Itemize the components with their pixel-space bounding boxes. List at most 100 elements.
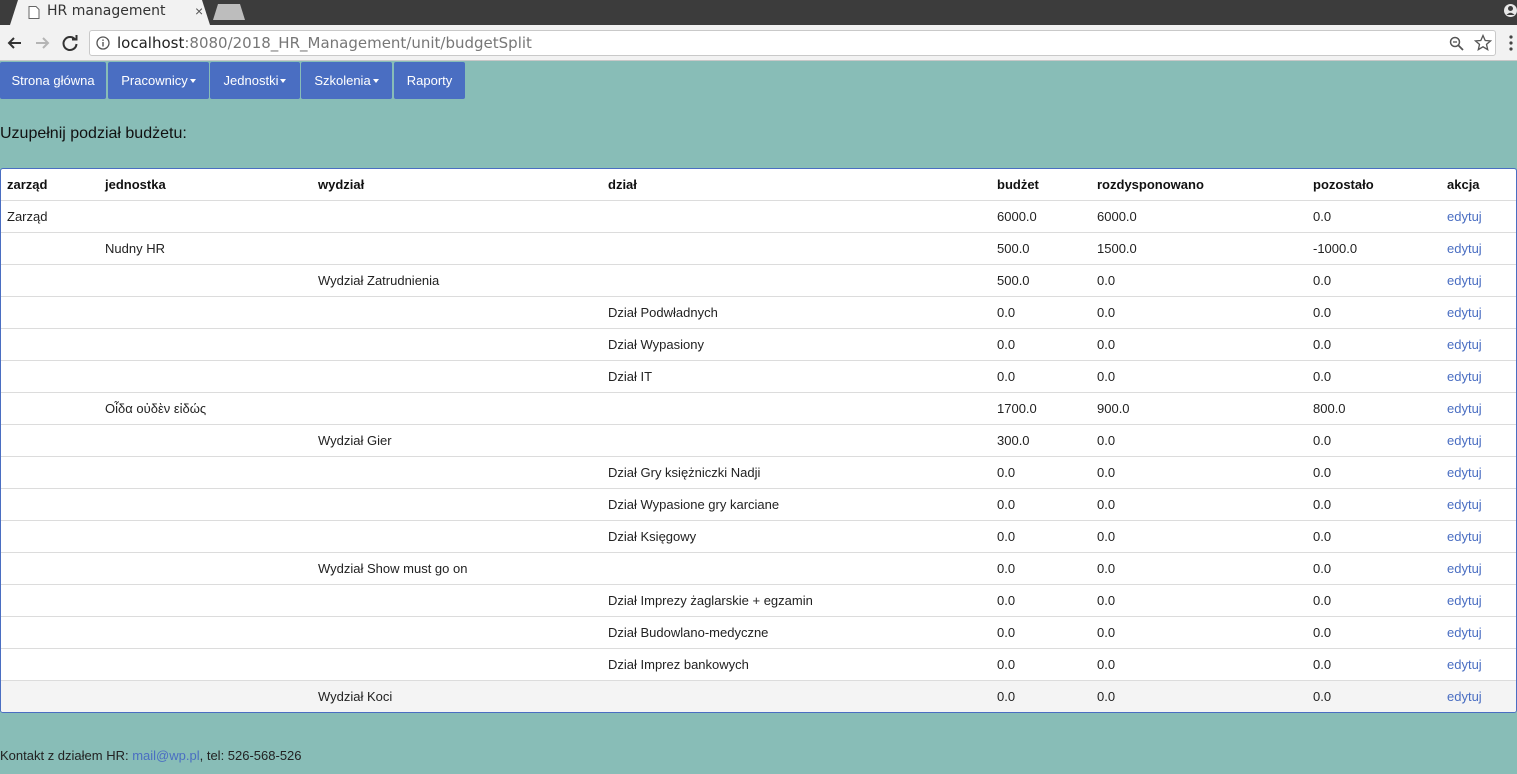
cell-board: [1, 584, 99, 617]
cell-allocated: 0.0: [1091, 328, 1307, 361]
cell-department: [602, 392, 991, 425]
cell-remaining: 0.0: [1307, 680, 1441, 712]
cell-unit: [99, 328, 312, 361]
edit-link[interactable]: edytuj: [1447, 305, 1482, 320]
browser-tab[interactable]: HR management ×: [10, 0, 210, 25]
cell-faculty: [312, 520, 602, 553]
cell-department: Dział Podwładnych: [602, 296, 991, 329]
cell-unit: [99, 552, 312, 585]
cell-unit: [99, 360, 312, 393]
table-row: Dział Podwładnych 0.0 0.0 0.0 edytuj: [1, 296, 1516, 329]
table-row: Wydział Koci 0.0 0.0 0.0 edytuj: [1, 680, 1516, 712]
edit-link[interactable]: edytuj: [1447, 593, 1482, 608]
cell-action: edytuj: [1441, 616, 1516, 649]
edit-link[interactable]: edytuj: [1447, 273, 1482, 288]
cell-unit: [99, 456, 312, 489]
cell-remaining: 0.0: [1307, 328, 1441, 361]
forward-arrow-icon[interactable]: [31, 32, 53, 54]
column-header-action: akcja: [1441, 169, 1516, 201]
table-row: Zarząd 6000.0 6000.0 0.0 edytuj: [1, 200, 1516, 233]
cell-remaining: 0.0: [1307, 616, 1441, 649]
new-tab-button[interactable]: [213, 4, 245, 20]
cell-department: Dział Księgowy: [602, 520, 991, 553]
cell-faculty: Wydział Gier: [312, 424, 602, 457]
cell-board: [1, 520, 99, 553]
nav-trainings-dropdown[interactable]: Szkolenia: [301, 62, 392, 99]
cell-faculty: Wydział Koci: [312, 680, 602, 712]
footer-email-link[interactable]: mail@wp.pl: [132, 748, 199, 763]
cell-department: [602, 264, 991, 297]
nav-employees-dropdown[interactable]: Pracownicy: [108, 62, 209, 99]
cell-department: [602, 552, 991, 585]
table-row: Dział Gry księżniczki Nadji 0.0 0.0 0.0 edyt…: [1, 456, 1516, 489]
table-row: Wydział Zatrudnienia 500.0 0.0 0.0 edytuj: [1, 264, 1516, 297]
table-row: Dział Księgowy 0.0 0.0 0.0 edytuj: [1, 520, 1516, 553]
nav-home[interactable]: Strona główna: [0, 62, 106, 99]
back-arrow-icon[interactable]: [4, 32, 26, 54]
cell-board: [1, 552, 99, 585]
browser-menu-icon[interactable]: [1508, 35, 1514, 51]
bookmark-star-icon[interactable]: [1474, 34, 1492, 52]
info-icon[interactable]: [96, 36, 110, 50]
edit-link[interactable]: edytuj: [1447, 433, 1482, 448]
cell-department: [602, 200, 991, 233]
cell-remaining: 0.0: [1307, 584, 1441, 617]
close-tab-icon[interactable]: ×: [195, 3, 203, 19]
cell-action: edytuj: [1441, 552, 1516, 585]
profile-icon[interactable]: [1504, 3, 1517, 18]
edit-link[interactable]: edytuj: [1447, 689, 1482, 704]
nav-units-dropdown[interactable]: Jednostki: [210, 62, 300, 99]
cell-action: edytuj: [1441, 680, 1516, 712]
cell-unit: [99, 520, 312, 553]
edit-link[interactable]: edytuj: [1447, 209, 1482, 224]
cell-remaining: 800.0: [1307, 392, 1441, 425]
column-header-unit: jednostka: [99, 169, 312, 201]
cell-faculty: Wydział Zatrudnienia: [312, 264, 602, 297]
cell-budget: 0.0: [991, 456, 1091, 489]
cell-remaining: 0.0: [1307, 424, 1441, 457]
edit-link[interactable]: edytuj: [1447, 561, 1482, 576]
table-row: Dział Imprezy żaglarskie + egzamin 0.0 0.0…: [1, 584, 1516, 617]
cell-action: edytuj: [1441, 296, 1516, 329]
cell-remaining: 0.0: [1307, 552, 1441, 585]
cell-budget: 0.0: [991, 520, 1091, 553]
edit-link[interactable]: edytuj: [1447, 241, 1482, 256]
edit-link[interactable]: edytuj: [1447, 337, 1482, 352]
edit-link[interactable]: edytuj: [1447, 401, 1482, 416]
url-text: localhost:8080/2018_HR_Management/unit/b…: [117, 34, 532, 52]
cell-board: [1, 616, 99, 649]
cell-unit: [99, 488, 312, 521]
nav-trainings-label: Szkolenia: [314, 73, 371, 88]
edit-link[interactable]: edytuj: [1447, 465, 1482, 480]
cell-department: [602, 232, 991, 265]
nav-reports-label: Raporty: [406, 73, 453, 88]
cell-faculty: Wydział Show must go on: [312, 552, 602, 585]
footer-prefix: Kontakt z działem HR:: [0, 748, 133, 763]
cell-faculty: [312, 584, 602, 617]
edit-link[interactable]: edytuj: [1447, 529, 1482, 544]
address-bar[interactable]: localhost:8080/2018_HR_Management/unit/b…: [89, 30, 1496, 56]
cell-allocated: 0.0: [1091, 264, 1307, 297]
browser-toolbar: localhost:8080/2018_HR_Management/unit/b…: [0, 25, 1517, 61]
cell-board: [1, 488, 99, 521]
cell-faculty: [312, 456, 602, 489]
cell-faculty: [312, 648, 602, 681]
cell-budget: 0.0: [991, 552, 1091, 585]
cell-unit: [99, 264, 312, 297]
table-row: Dział Budowlano-medyczne 0.0 0.0 0.0 edytuj: [1, 616, 1516, 649]
cell-remaining: 0.0: [1307, 296, 1441, 329]
edit-link[interactable]: edytuj: [1447, 657, 1482, 672]
edit-link[interactable]: edytuj: [1447, 625, 1482, 640]
nav-reports[interactable]: Raporty: [394, 62, 465, 99]
cell-department: Dział Budowlano-medyczne: [602, 616, 991, 649]
cell-unit: [99, 584, 312, 617]
cell-budget: 0.0: [991, 488, 1091, 521]
edit-link[interactable]: edytuj: [1447, 497, 1482, 512]
cell-allocated: 0.0: [1091, 520, 1307, 553]
edit-link[interactable]: edytuj: [1447, 369, 1482, 384]
reload-icon[interactable]: [59, 32, 81, 54]
zoom-icon[interactable]: [1449, 36, 1464, 51]
page-heading: Uzupełnij podział budżetu:: [0, 125, 187, 142]
cell-action: edytuj: [1441, 584, 1516, 617]
cell-faculty: [312, 328, 602, 361]
